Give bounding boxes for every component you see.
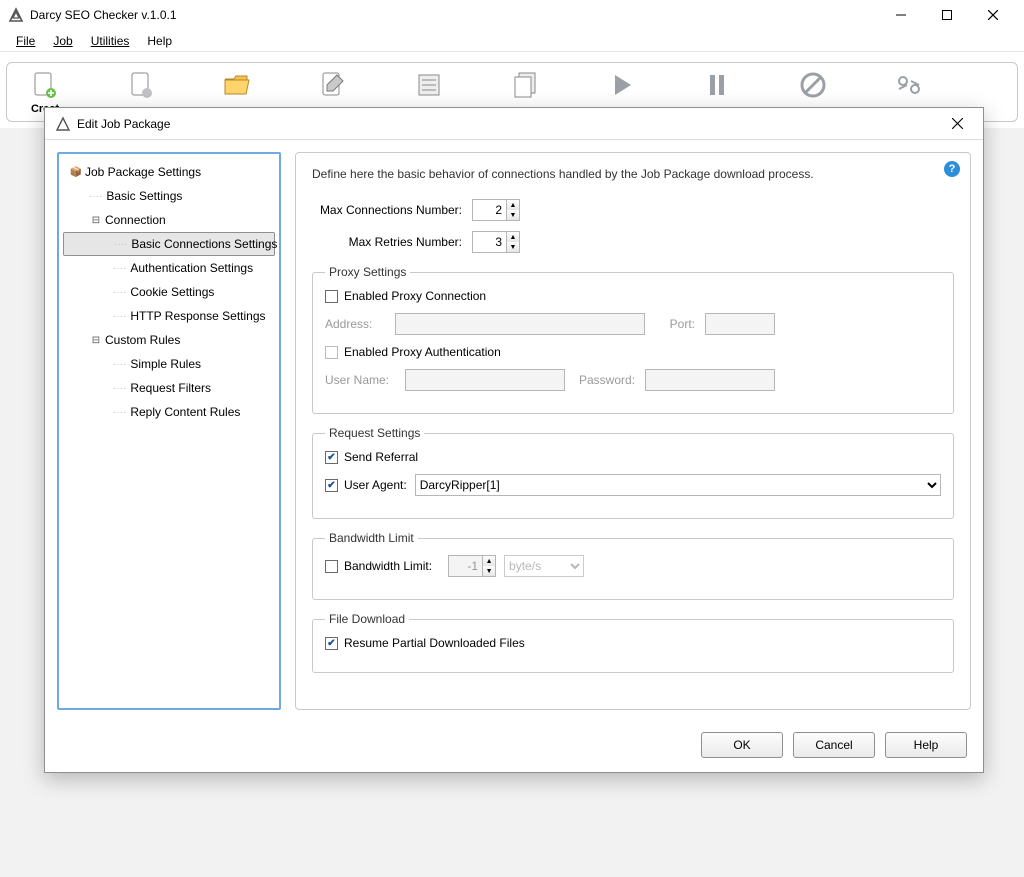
menu-utilities[interactable]: Utilities (83, 32, 138, 50)
stack-icon (509, 69, 541, 101)
bandwidth-spinner: ▲▼ (448, 555, 496, 577)
document-icon (125, 69, 157, 101)
spin-down-icon[interactable]: ▼ (507, 210, 519, 220)
play-icon (605, 69, 637, 101)
proxy-address-input (395, 313, 645, 335)
tool-doc[interactable] (111, 69, 171, 101)
app-title: Darcy SEO Checker v.1.0.1 (30, 8, 878, 22)
user-agent-checkbox[interactable]: User Agent: (325, 478, 407, 492)
bandwidth-input (448, 555, 482, 577)
cancel-button[interactable]: Cancel (793, 732, 875, 758)
help-button[interactable]: Help (885, 732, 967, 758)
spin-down-icon: ▼ (483, 566, 495, 576)
max-retries-input[interactable] (472, 231, 506, 253)
settings-icon (893, 69, 925, 101)
tool-list[interactable] (399, 69, 459, 101)
enable-proxy-checkbox[interactable]: Enabled Proxy Connection (325, 289, 486, 303)
bandwidth-limit-group: Bandwidth Limit Bandwidth Limit: ▲▼ byte… (312, 531, 954, 600)
request-legend: Request Settings (325, 426, 424, 440)
spin-up-icon[interactable]: ▲ (507, 200, 519, 210)
tree-authentication-settings[interactable]: ····Authentication Settings (63, 256, 275, 280)
tree-basic-connections-settings[interactable]: ····Basic Connections Settings (63, 232, 275, 256)
request-settings-group: Request Settings Send Referral User Agen… (312, 426, 954, 519)
tool-open[interactable] (207, 69, 267, 101)
menu-file[interactable]: File (8, 32, 43, 50)
main-titlebar: Darcy SEO Checker v.1.0.1 (0, 0, 1024, 30)
tool-edit[interactable] (303, 69, 363, 101)
tree-reply-content-rules[interactable]: ····Reply Content Rules (63, 400, 275, 424)
proxy-legend: Proxy Settings (325, 265, 410, 279)
dialog-close-button[interactable] (941, 110, 973, 138)
edit-job-package-dialog: Edit Job Package 📦 Job Package Settings … (44, 107, 984, 773)
spin-up-icon: ▲ (483, 556, 495, 566)
bandwidth-limit-checkbox[interactable]: Bandwidth Limit: (325, 559, 432, 573)
spin-down-icon[interactable]: ▼ (507, 242, 519, 252)
menu-job[interactable]: Job (45, 32, 80, 50)
tree-request-filters[interactable]: ····Request Filters (63, 376, 275, 400)
help-icon[interactable]: ? (944, 161, 960, 177)
tree-basic-settings[interactable]: ····Basic Settings (63, 184, 275, 208)
max-retries-label: Max Retries Number: (312, 235, 472, 249)
proxy-user-input (405, 369, 565, 391)
bandwidth-legend: Bandwidth Limit (325, 531, 418, 545)
dialog-icon (55, 116, 71, 132)
dialog-title: Edit Job Package (77, 117, 941, 131)
document-new-icon (29, 69, 61, 101)
file-download-group: File Download Resume Partial Downloaded … (312, 612, 954, 673)
max-retries-spinner[interactable]: ▲▼ (472, 231, 520, 253)
menubar: File Job Utilities Help (0, 30, 1024, 52)
tool-pause[interactable] (687, 69, 747, 101)
menu-help[interactable]: Help (139, 32, 180, 50)
proxy-password-label: Password: (565, 373, 645, 387)
proxy-address-label: Address: (325, 317, 395, 331)
max-connections-spinner[interactable]: ▲▼ (472, 199, 520, 221)
close-button[interactable] (970, 0, 1016, 30)
tree-http-response-settings[interactable]: ····HTTP Response Settings (63, 304, 275, 328)
proxy-port-input (705, 313, 775, 335)
tree-connection[interactable]: ⊟Connection (63, 208, 275, 232)
dialog-button-bar: OK Cancel Help (45, 722, 983, 772)
folder-open-icon (221, 69, 253, 101)
tool-play[interactable] (591, 69, 651, 101)
panel-description: Define here the basic behavior of connec… (312, 167, 954, 181)
tool-stop[interactable] (783, 69, 843, 101)
minimize-button[interactable] (878, 0, 924, 30)
tree-simple-rules[interactable]: ····Simple Rules (63, 352, 275, 376)
document-edit-icon (317, 69, 349, 101)
list-icon (413, 69, 445, 101)
tree-custom-rules[interactable]: ⊟Custom Rules (63, 328, 275, 352)
enable-proxy-auth-checkbox: Enabled Proxy Authentication (325, 345, 501, 359)
max-connections-label: Max Connections Number: (312, 203, 472, 217)
pause-icon (701, 69, 733, 101)
max-connections-input[interactable] (472, 199, 506, 221)
file-download-legend: File Download (325, 612, 409, 626)
package-icon: 📦 (69, 167, 83, 178)
tree-cookie-settings[interactable]: ····Cookie Settings (63, 280, 275, 304)
settings-panel: ? Define here the basic behavior of conn… (295, 152, 971, 710)
spin-up-icon[interactable]: ▲ (507, 232, 519, 242)
settings-tree: 📦 Job Package Settings ····Basic Setting… (57, 152, 281, 710)
tool-stack[interactable] (495, 69, 555, 101)
dialog-titlebar: Edit Job Package (45, 108, 983, 140)
proxy-port-label: Port: (645, 317, 705, 331)
tree-job-package-settings[interactable]: 📦 Job Package Settings (63, 160, 275, 184)
tool-settings[interactable] (879, 69, 939, 101)
app-icon (8, 7, 24, 23)
proxy-settings-group: Proxy Settings Enabled Proxy Connection … (312, 265, 954, 414)
proxy-password-input (645, 369, 775, 391)
resume-partial-checkbox[interactable]: Resume Partial Downloaded Files (325, 636, 525, 650)
proxy-user-label: User Name: (325, 373, 405, 387)
collapse-icon[interactable]: ⊟ (89, 335, 103, 346)
maximize-button[interactable] (924, 0, 970, 30)
bandwidth-unit-select: byte/s (504, 555, 584, 577)
send-referral-checkbox[interactable]: Send Referral (325, 450, 418, 464)
ok-button[interactable]: OK (701, 732, 783, 758)
user-agent-select[interactable]: DarcyRipper[1] (415, 474, 941, 496)
collapse-icon[interactable]: ⊟ (89, 215, 103, 226)
prohibit-icon (797, 69, 829, 101)
